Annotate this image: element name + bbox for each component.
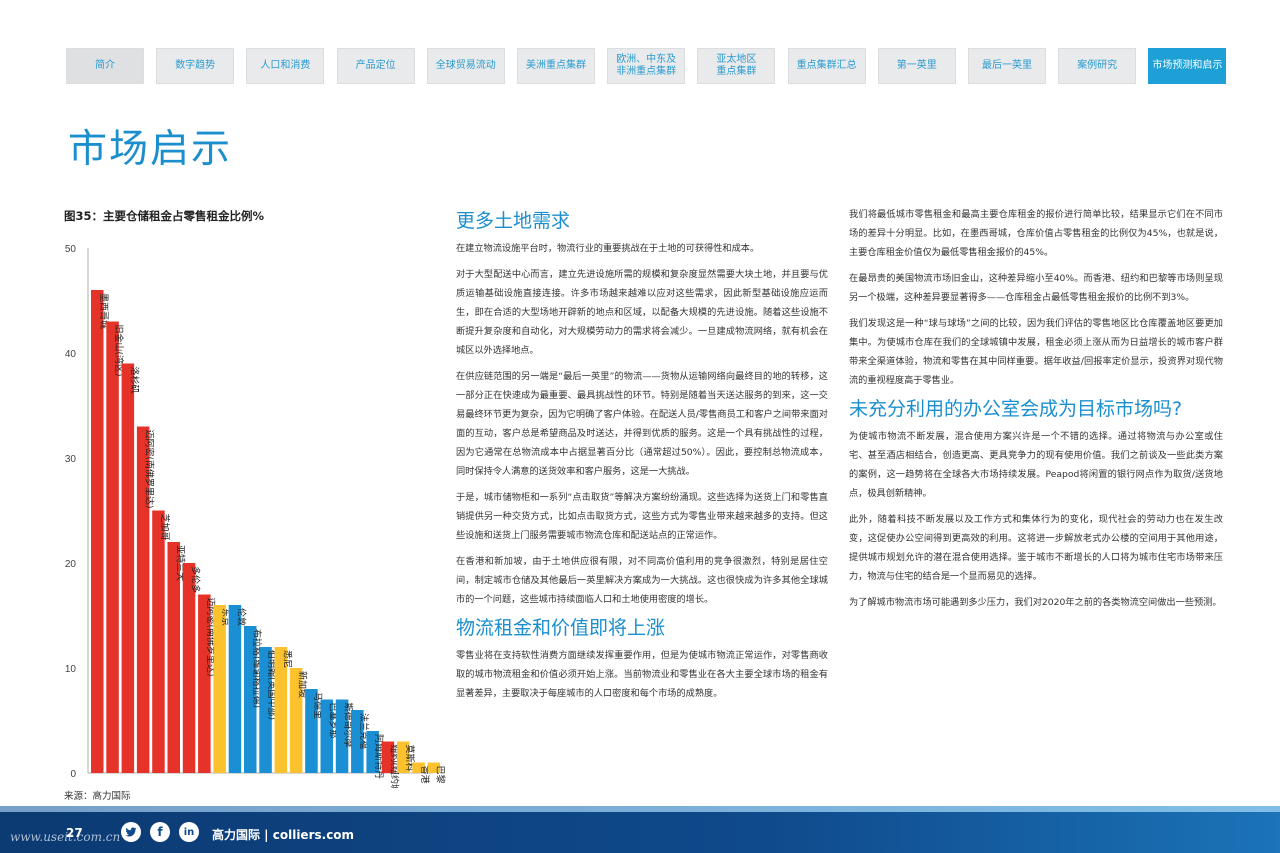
nav-tab-3[interactable]: 产品定位 <box>336 48 415 84</box>
bar-label-12: 悉尼 <box>281 650 293 668</box>
heading-underused-offices: 未充分利用的办公室会成为目标市场吗? <box>849 398 1183 420</box>
figure-source: 来源：高力国际 <box>64 791 131 802</box>
bar-2 <box>121 363 135 773</box>
paragraph: 在建立物流设施平台时，物流行业的重要挑战在于土地的可获得性和成本。 <box>456 243 760 254</box>
section-nav: 简介 数字趋势 人口和消费 产品定位 全球贸易流动 美洲重点集群 欧洲、中东及 非洲重点集群… <box>66 48 1227 84</box>
paragraph: 我们发现这是一种“球与球场”之间的比较，因为我们评估的零售地区比仓库覆盖地区要更… <box>849 318 1223 386</box>
y-tick-label: 40 <box>65 349 77 360</box>
twitter-bird-glyph <box>125 827 137 837</box>
warehouse-retail-rent-chart: 01020304050墨西哥城旧金山(湾区)洛杉矶迈阿密(南佛罗里达)芝加哥亚特… <box>65 244 446 788</box>
page-number: 27 <box>66 826 83 840</box>
figure-title: 图35：主要仓储租金占零售租金比例% <box>64 209 265 223</box>
nav-tab-1[interactable]: 数字趋势 <box>156 48 235 84</box>
bar-8 <box>213 605 226 773</box>
brand-link[interactable]: 高力国际 | colliers.com <box>212 826 354 843</box>
facebook-icon[interactable]: f <box>150 822 170 842</box>
y-tick-label: 50 <box>65 244 77 255</box>
page-title: 市场启示 <box>68 127 233 172</box>
bar-label-3: 迈阿密(南佛罗里达) <box>144 430 156 509</box>
bar-0 <box>91 290 104 773</box>
paragraph: 为使城市物流不断发展，混合使用方案兴许是一个不错的选择。通过将物流与办公室或住宅… <box>849 431 1223 499</box>
bar-4 <box>152 510 165 773</box>
paragraph: 对于大型配送中心而言，建立先进设施所需的规模和复杂度显然需要大块土地，并且要与优… <box>456 269 828 356</box>
nav-tab-7[interactable]: 亚太地区 重点集群 <box>697 48 776 84</box>
nav-tab-5[interactable]: 美洲重点集群 <box>517 48 595 84</box>
paragraph: 为了解城市物流市场可能遇到多少压力，我们对2020年之前的各类物流空间做出一些预… <box>849 597 1222 608</box>
paragraph: 在最昂贵的美国物流市场旧金山，这种差异缩小至40%。而香港、纽约和巴黎等市场则呈… <box>849 273 1223 303</box>
paragraph: 于是，城市储物柜和一系列“点击取货”等解决方案纷纷涌现。这些选择为送货上门和零售… <box>456 492 828 541</box>
bar-label-2: 洛杉矶 <box>128 367 140 394</box>
nav-tab-10[interactable]: 最后一英里 <box>968 48 1046 84</box>
bar-label-22: 巴黎 <box>434 766 446 784</box>
paragraph: 零售业将在支持软性消费方面继续发挥重要作用，但是为使城市物流正常运作，对零售商收… <box>456 650 828 699</box>
twitter-icon[interactable] <box>121 822 141 842</box>
nav-tab-11[interactable]: 案例研究 <box>1058 48 1137 84</box>
nav-tab-12[interactable]: 市场预测和启示 <box>1148 48 1227 84</box>
heading-land-demand: 更多土地需求 <box>456 210 571 232</box>
bar-1 <box>106 321 119 773</box>
paragraph: 在香港和新加坡，由于土地供应很有限，对不同高价值利用的竞争很激烈，特别是居住空间… <box>456 556 828 605</box>
nav-tab-4[interactable]: 全球贸易流动 <box>426 48 505 84</box>
body-column-1: 更多土地需求 在建立物流设施平台时，物流行业的重要挑战在于土地的可获得性和成本。… <box>456 205 828 710</box>
bar-9 <box>228 605 242 773</box>
nav-tab-6[interactable]: 欧洲、中东及 非洲重点集群 <box>607 48 686 84</box>
body-column-2: 我们将最低城市零售租金和最高主要仓库租金的报价进行简单比较，结果显示它们在不同市… <box>849 205 1223 619</box>
nav-tab-8[interactable]: 重点集群汇总 <box>787 48 866 84</box>
bar-label-9: 伦敦 <box>235 608 247 626</box>
y-tick-label: 0 <box>70 769 76 780</box>
nav-tab-9[interactable]: 第一英里 <box>877 48 956 84</box>
bar-6 <box>182 563 196 773</box>
heading-rent-rise: 物流租金和价值即将上涨 <box>456 617 666 639</box>
linkedin-icon[interactable]: in <box>179 822 199 842</box>
nav-tab-2[interactable]: 人口和消费 <box>246 48 325 84</box>
y-tick-label: 10 <box>65 664 77 675</box>
bar-label-4: 芝加哥 <box>159 514 171 541</box>
paragraph: 我们将最低城市零售租金和最高主要仓库租金的报价进行简单比较，结果显示它们在不同市… <box>849 209 1223 258</box>
nav-tab-0[interactable]: 简介 <box>66 48 144 84</box>
paragraph: 此外，随着科技不断发展以及工作方式和集体行为的变化，现代社会的劳动力也在发生改变… <box>849 514 1223 582</box>
y-tick-label: 30 <box>65 454 77 465</box>
y-tick-label: 20 <box>65 559 77 570</box>
paragraph: 在供应链范围的另一端是“最后一英里”的物流——货物从运输网络向最终目的地的转移，… <box>456 371 828 477</box>
bar-label-6: 多伦多 <box>190 566 202 593</box>
